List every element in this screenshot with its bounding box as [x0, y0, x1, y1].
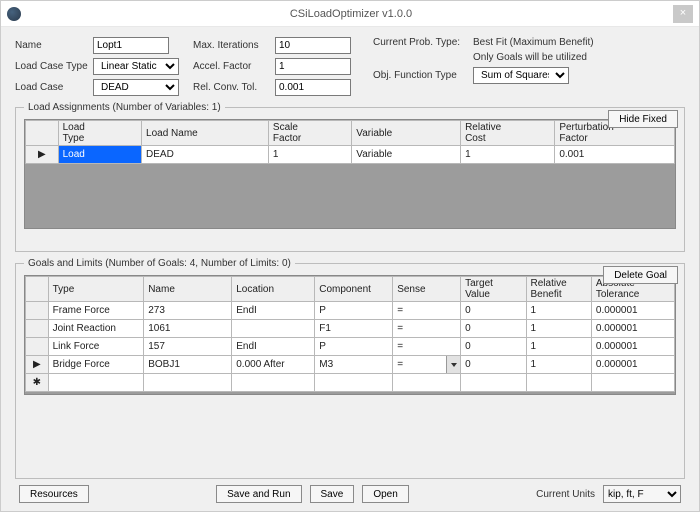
units-select[interactable]: kip, ft, F	[603, 485, 681, 503]
content: Name Load Case Type Linear Static Load Ca…	[1, 27, 699, 511]
resources-button[interactable]: Resources	[19, 485, 89, 503]
gl-legend: Goals and Limits (Number of Goals: 4, Nu…	[24, 258, 295, 269]
gl-h-type[interactable]: Type	[48, 277, 144, 302]
table-row: Link Force157EndIP=010.000001	[26, 338, 675, 356]
la-h-sf[interactable]: Scale Factor	[268, 121, 351, 146]
goals-limits-fieldset: Goals and Limits (Number of Goals: 4, Nu…	[15, 258, 685, 479]
rct-label: Rel. Conv. Tol.	[193, 82, 271, 93]
save-button[interactable]: Save	[310, 485, 355, 503]
chevron-down-icon[interactable]	[446, 356, 460, 373]
table-row: ▶Bridge ForceBOBJ10.000 AfterM3=010.0000…	[26, 356, 675, 374]
row-marker	[26, 338, 49, 356]
name-label: Name	[15, 40, 89, 51]
table-row: Joint Reaction1061F1=010.000001	[26, 320, 675, 338]
la-h-var[interactable]: Variable	[352, 121, 461, 146]
app-window: CSiLoadOptimizer v1.0.0 × Name Load Case…	[0, 0, 700, 512]
cpt-value: Best Fit (Maximum Benefit)	[473, 37, 594, 48]
footer: Resources Save and Run Save Open Current…	[15, 485, 685, 503]
la-h-rc[interactable]: Relative Cost	[461, 121, 555, 146]
oft-label: Obj. Function Type	[373, 70, 469, 81]
row-marker	[26, 320, 49, 338]
delete-goal-button[interactable]: Delete Goal	[603, 266, 678, 284]
cpt-note: Only Goals will be utilized	[473, 52, 587, 63]
row-marker	[26, 302, 49, 320]
titlebar: CSiLoadOptimizer v1.0.0 ×	[1, 1, 699, 27]
lct-label: Load Case Type	[15, 61, 89, 72]
la-legend: Load Assignments (Number of Variables: 1…	[24, 102, 225, 113]
hide-fixed-button[interactable]: Hide Fixed	[608, 110, 678, 128]
la-h-ln[interactable]: Load Name	[142, 121, 269, 146]
row-marker: ▶	[26, 356, 49, 374]
save-and-run-button[interactable]: Save and Run	[216, 485, 301, 503]
obj-function-type-select[interactable]: Sum of Squares	[473, 67, 569, 84]
gl-h-tv[interactable]: Target Value	[461, 277, 526, 302]
row-marker: ▶	[26, 146, 59, 164]
window-title: CSiLoadOptimizer v1.0.0	[29, 8, 673, 20]
app-icon	[7, 7, 21, 21]
gl-grid[interactable]: Type Name Location Component Sense Targe…	[24, 275, 676, 395]
rel-conv-tol-input[interactable]	[275, 79, 351, 96]
gl-h-loc[interactable]: Location	[232, 277, 315, 302]
gl-h-rb[interactable]: Relative Benefit	[526, 277, 591, 302]
load-case-type-select[interactable]: Linear Static	[93, 58, 179, 75]
close-icon[interactable]: ×	[673, 5, 693, 23]
table-row: ▶ Load DEAD 1 Variable 1 0.001	[26, 146, 675, 164]
lc-label: Load Case	[15, 82, 89, 93]
max-iterations-input[interactable]	[275, 37, 351, 54]
load-case-select[interactable]: DEAD	[93, 79, 179, 96]
gl-h-sense[interactable]: Sense	[393, 277, 461, 302]
la-h-lt[interactable]: Load Type	[58, 121, 141, 146]
gl-h-name[interactable]: Name	[144, 277, 232, 302]
gl-h-comp[interactable]: Component	[315, 277, 393, 302]
row-marker: ✱	[26, 374, 49, 392]
table-row: ✱	[26, 374, 675, 392]
cpt-label: Current Prob. Type:	[373, 37, 469, 48]
table-row: Frame Force273EndIP=010.000001	[26, 302, 675, 320]
la-grid[interactable]: Load Type Load Name Scale Factor Variabl…	[24, 119, 676, 229]
maxit-label: Max. Iterations	[193, 40, 271, 51]
units-label: Current Units	[536, 489, 595, 500]
form-row: Name Load Case Type Linear Static Load Ca…	[15, 37, 685, 96]
load-assignments-fieldset: Load Assignments (Number of Variables: 1…	[15, 102, 685, 252]
open-button[interactable]: Open	[362, 485, 408, 503]
name-input[interactable]	[93, 37, 169, 54]
accel-factor-input[interactable]	[275, 58, 351, 75]
af-label: Accel. Factor	[193, 61, 271, 72]
